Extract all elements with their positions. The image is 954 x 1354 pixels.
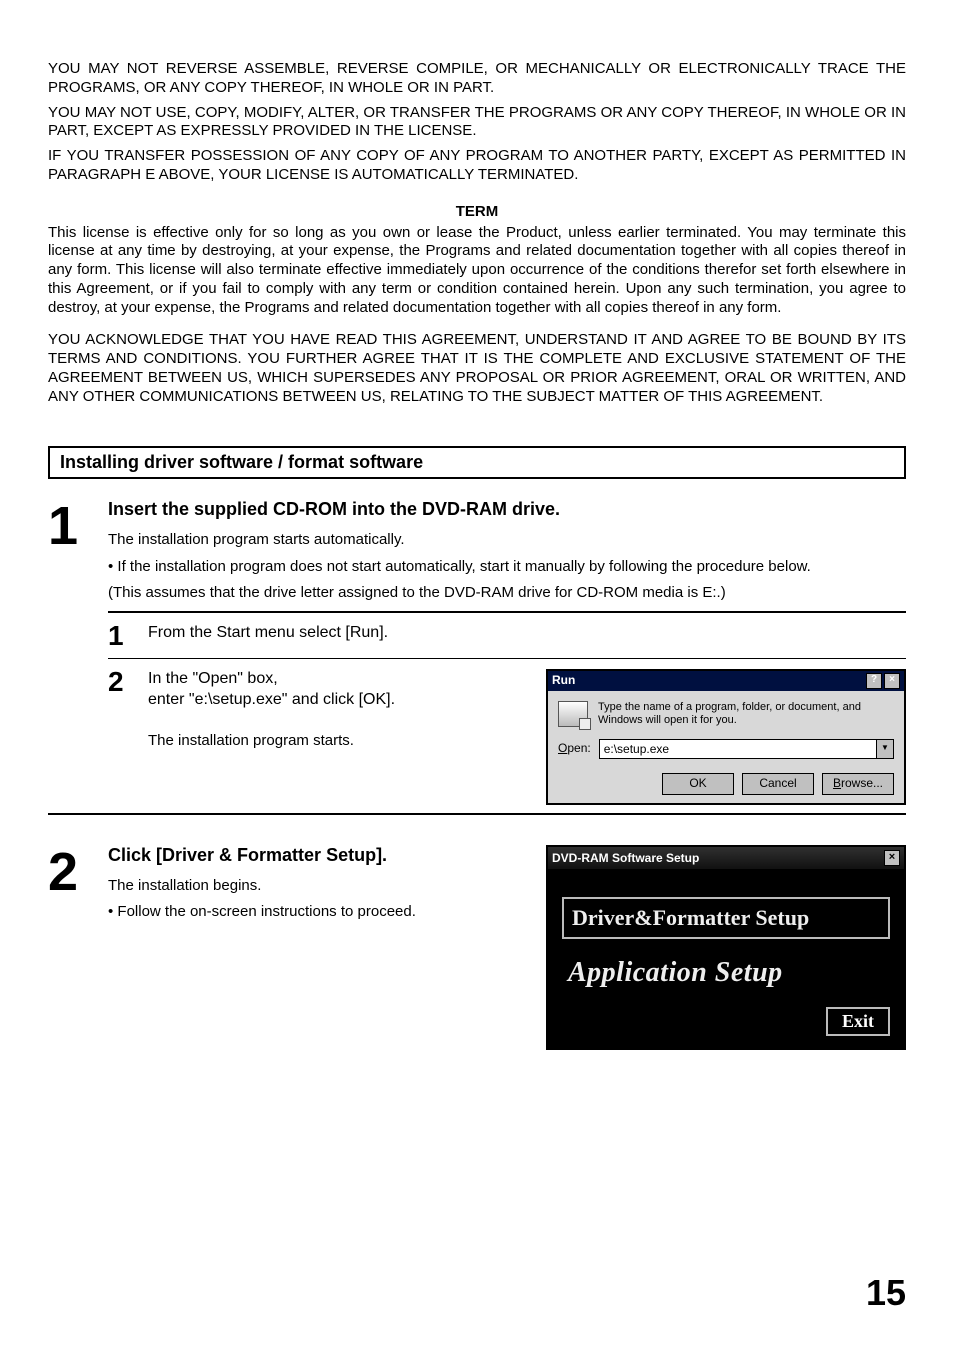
application-setup-button[interactable]: Application Setup: [562, 953, 890, 993]
step-1-line1: The installation program starts automati…: [108, 530, 906, 550]
step-2-title: Click [Driver & Formatter Setup].: [108, 845, 534, 866]
substep-1: 1 From the Start menu select [Run].: [108, 623, 906, 648]
ok-button[interactable]: OK: [662, 773, 734, 795]
divider: [108, 611, 906, 613]
step-2-number: 2: [48, 851, 108, 1050]
step-1-note: (This assumes that the drive letter assi…: [108, 583, 906, 603]
substep-2-line2: enter "e:\setup.exe" and click [OK].: [148, 690, 526, 711]
run-dialog-title: Run: [552, 673, 575, 689]
step-1-bullet: If the installation program does not sta…: [108, 557, 906, 577]
license-paragraph-3: IF YOU TRANSFER POSSESSION OF ANY COPY O…: [48, 147, 906, 185]
step-1-title: Insert the supplied CD-ROM into the DVD-…: [108, 499, 906, 520]
step-2: 2 Click [Driver & Formatter Setup]. The …: [48, 845, 906, 1050]
term-heading: TERM: [48, 203, 906, 220]
divider: [48, 813, 906, 815]
close-icon[interactable]: ×: [884, 673, 900, 689]
run-dialog-titlebar[interactable]: Run ? ×: [548, 671, 904, 691]
help-icon[interactable]: ?: [866, 673, 882, 689]
run-dialog-description: Type the name of a program, folder, or d…: [598, 701, 894, 726]
setup-dialog: DVD-RAM Software Setup × Driver&Formatte…: [546, 845, 906, 1050]
step-2-line1: The installation begins.: [108, 876, 534, 896]
substep-2-line1: In the "Open" box,: [148, 669, 526, 690]
driver-formatter-setup-button[interactable]: Driver&Formatter Setup: [562, 897, 890, 939]
section-title: Installing driver software / format soft…: [48, 446, 906, 479]
step-1: 1 Insert the supplied CD-ROM into the DV…: [48, 499, 906, 605]
open-input[interactable]: [600, 740, 876, 758]
run-dialog: Run ? × Type the name of a program, fold…: [546, 669, 906, 805]
setup-dialog-titlebar[interactable]: DVD-RAM Software Setup ×: [548, 847, 904, 869]
step-2-bullet: Follow the on-screen instructions to pro…: [108, 902, 534, 922]
open-combobox[interactable]: ▼: [599, 739, 894, 759]
close-icon[interactable]: ×: [884, 850, 900, 866]
step-1-number: 1: [48, 505, 108, 548]
dropdown-icon[interactable]: ▼: [876, 740, 893, 758]
acknowledgement-paragraph: YOU ACKNOWLEDGE THAT YOU HAVE READ THIS …: [48, 331, 906, 406]
run-dialog-icon: [558, 701, 588, 727]
term-body: This license is effective only for so lo…: [48, 224, 906, 318]
license-paragraph-2: YOU MAY NOT USE, COPY, MODIFY, ALTER, OR…: [48, 104, 906, 142]
divider: [108, 658, 906, 659]
page-number: 15: [866, 1272, 906, 1314]
exit-button[interactable]: Exit: [826, 1007, 890, 1036]
license-paragraph-1: YOU MAY NOT REVERSE ASSEMBLE, REVERSE CO…: [48, 60, 906, 98]
browse-button[interactable]: Browse...: [822, 773, 894, 795]
manual-page: YOU MAY NOT REVERSE ASSEMBLE, REVERSE CO…: [0, 0, 954, 1354]
substep-2: 2 In the "Open" box, enter "e:\setup.exe…: [108, 669, 906, 805]
substep-2-line3: The installation program starts.: [148, 731, 526, 751]
substep-1-number: 1: [108, 623, 148, 648]
cancel-button[interactable]: Cancel: [742, 773, 814, 795]
substep-2-number: 2: [108, 669, 148, 694]
setup-dialog-title: DVD-RAM Software Setup: [552, 851, 699, 865]
open-label: Open:: [558, 741, 591, 757]
substep-1-text: From the Start menu select [Run].: [148, 623, 906, 644]
